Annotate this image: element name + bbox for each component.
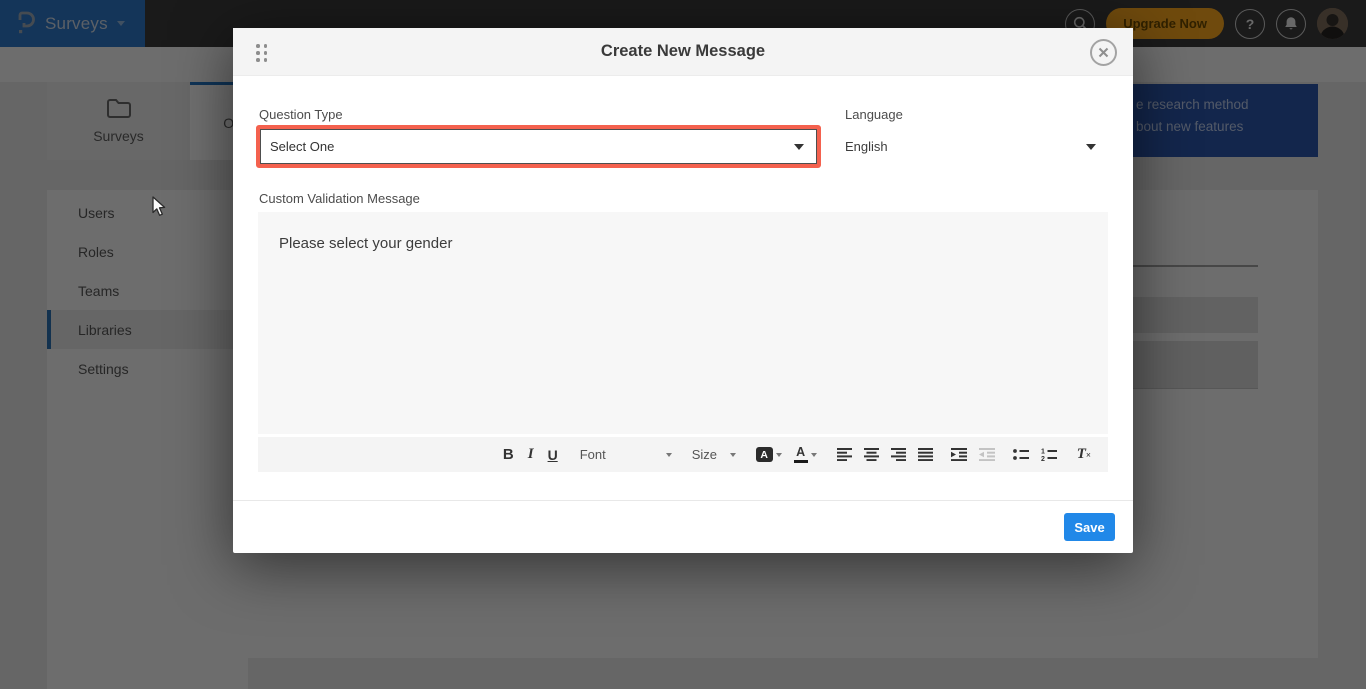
underline-button[interactable]: U <box>548 447 558 463</box>
question-type-select[interactable]: Select One <box>260 129 817 164</box>
align-right-button[interactable] <box>891 448 906 461</box>
bullet-list-button[interactable] <box>1013 448 1029 461</box>
editor-toolbar: B I U Font Size A A <box>258 437 1108 472</box>
dialog-header: Create New Message <box>233 28 1133 76</box>
align-left-icon <box>837 448 852 461</box>
numbered-list-icon: 1 2 <box>1041 448 1057 461</box>
remove-format-icon: T <box>1077 446 1086 463</box>
align-center-icon <box>864 448 879 461</box>
app-root: Surveys Upgrade Now ? <box>0 0 1366 689</box>
question-type-label: Question Type <box>259 107 343 122</box>
align-right-icon <box>891 448 906 461</box>
close-button[interactable] <box>1090 39 1117 66</box>
outdent-icon <box>979 448 995 461</box>
svg-text:2: 2 <box>1041 456 1045 461</box>
font-size-dropdown[interactable]: Size <box>692 447 736 462</box>
question-type-highlight: Select One <box>256 125 821 168</box>
text-color-button[interactable]: A <box>794 446 817 463</box>
chevron-down-icon <box>730 453 736 457</box>
language-value: English <box>845 139 888 154</box>
italic-button[interactable]: I <box>526 446 536 463</box>
background-color-icon: A <box>756 447 773 462</box>
bullet-list-icon <box>1013 448 1029 461</box>
font-family-dropdown[interactable]: Font <box>580 447 672 462</box>
language-select[interactable]: English <box>841 126 1105 167</box>
numbered-list-button[interactable]: 1 2 <box>1041 448 1057 461</box>
save-button[interactable]: Save <box>1064 513 1115 541</box>
font-family-label: Font <box>580 447 606 462</box>
footer-divider <box>233 500 1133 501</box>
font-size-label: Size <box>692 447 717 462</box>
svg-text:1: 1 <box>1041 449 1045 456</box>
bold-button[interactable]: B <box>503 446 514 463</box>
background-color-button[interactable]: A <box>756 447 782 462</box>
rich-text-editor: Please select your gender B I U Font Siz… <box>258 212 1108 472</box>
chevron-down-icon <box>1086 144 1096 150</box>
chevron-down-icon <box>776 453 782 457</box>
outdent-button[interactable] <box>979 448 995 461</box>
question-type-value: Select One <box>270 139 334 154</box>
text-color-icon: A <box>794 446 808 463</box>
create-message-dialog: Create New Message Question Type Select … <box>233 28 1133 553</box>
chevron-down-icon <box>794 144 804 150</box>
dialog-title: Create New Message <box>601 42 765 61</box>
remove-format-button[interactable]: T× <box>1077 446 1091 463</box>
indent-button[interactable] <box>951 448 967 461</box>
indent-icon <box>951 448 967 461</box>
chevron-down-icon <box>666 453 672 457</box>
mouse-cursor-icon <box>152 196 166 217</box>
validation-message-label: Custom Validation Message <box>259 191 420 206</box>
align-left-button[interactable] <box>837 448 852 461</box>
language-label: Language <box>845 107 903 122</box>
editor-textarea[interactable]: Please select your gender <box>258 212 1108 434</box>
align-center-button[interactable] <box>864 448 879 461</box>
chevron-down-icon <box>811 453 817 457</box>
close-icon <box>1098 47 1109 58</box>
drag-handle-icon[interactable] <box>256 44 268 62</box>
align-justify-button[interactable] <box>918 448 933 461</box>
align-justify-icon <box>918 448 933 461</box>
